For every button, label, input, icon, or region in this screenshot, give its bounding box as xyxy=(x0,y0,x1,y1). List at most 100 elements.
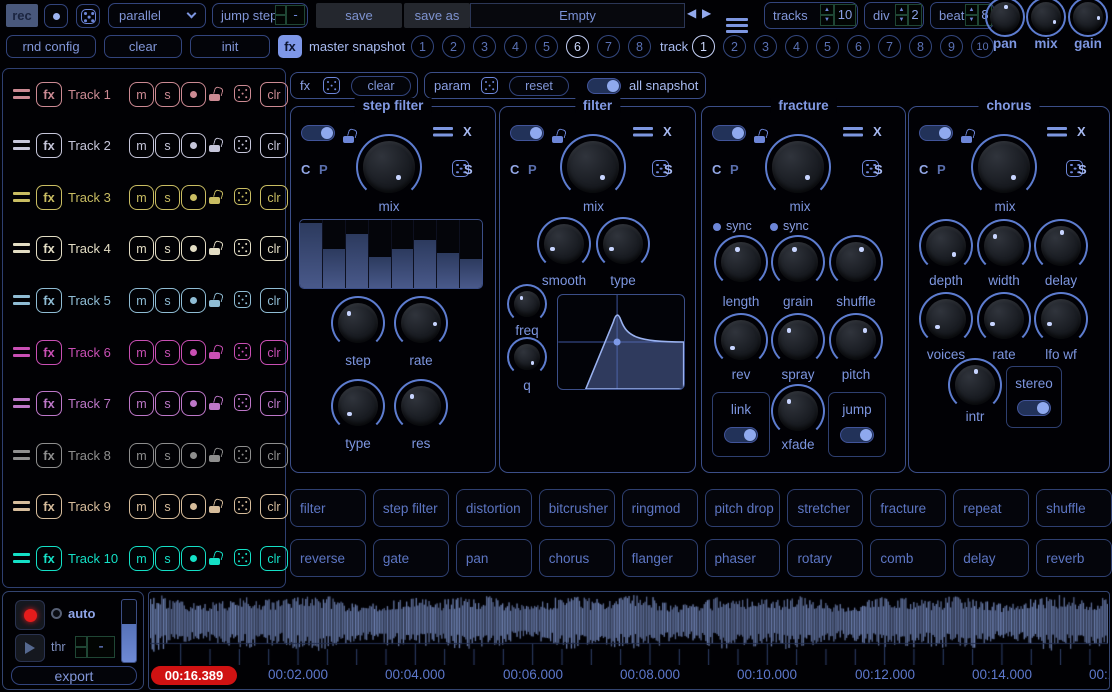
lock-icon[interactable] xyxy=(209,396,222,410)
master-snapshot-7[interactable]: 7 xyxy=(597,35,620,58)
effect-button-reverse[interactable]: reverse xyxy=(290,539,366,577)
master-snapshot-8[interactable]: 8 xyxy=(628,35,651,58)
lock-icon[interactable] xyxy=(209,190,222,204)
export-button[interactable]: export xyxy=(11,666,137,685)
rec-button[interactable]: rec xyxy=(6,4,38,27)
stereo-toggle[interactable] xyxy=(1017,400,1051,416)
delay-knob[interactable] xyxy=(1041,226,1081,266)
drag-handle-icon[interactable] xyxy=(13,192,30,195)
spray-knob[interactable] xyxy=(778,320,818,360)
record-button[interactable] xyxy=(181,133,206,158)
tracks-up[interactable]: ▲ xyxy=(820,4,834,15)
dice-icon[interactable] xyxy=(234,136,251,153)
track-fx-button[interactable]: fx xyxy=(36,133,62,158)
mute-button[interactable]: m xyxy=(129,288,154,313)
close-x[interactable]: X xyxy=(1077,124,1086,139)
track-snapshot-7[interactable]: 7 xyxy=(878,35,901,58)
master-gain-knob[interactable] xyxy=(1073,2,1103,32)
tracks-stepper[interactable]: tracks ▲ ▼ 10 xyxy=(764,2,858,29)
tracks-down[interactable]: ▼ xyxy=(820,15,834,26)
lfo-wf-knob[interactable] xyxy=(1041,299,1081,339)
effect-button-chorus[interactable]: chorus xyxy=(539,539,615,577)
record-button[interactable] xyxy=(181,340,206,365)
fx-dice-icon[interactable] xyxy=(323,77,340,94)
paste-button[interactable]: P xyxy=(319,162,328,177)
master-snapshot-3[interactable]: 3 xyxy=(473,35,496,58)
res-knob[interactable] xyxy=(401,386,441,426)
clear-track-button[interactable]: clr xyxy=(260,185,288,210)
jump-step-down[interactable] xyxy=(275,15,286,25)
copy-button[interactable]: C xyxy=(301,162,310,177)
enable-toggle[interactable] xyxy=(919,125,953,141)
lock-icon[interactable] xyxy=(209,551,222,565)
clear-track-button[interactable]: clr xyxy=(260,340,288,365)
master-snapshot-2[interactable]: 2 xyxy=(442,35,465,58)
effect-button-comb[interactable]: comb xyxy=(870,539,946,577)
clear-track-button[interactable]: clr xyxy=(260,288,288,313)
dice-icon[interactable] xyxy=(234,85,251,102)
shuffle-knob[interactable] xyxy=(836,242,876,282)
drag-handle-icon[interactable] xyxy=(13,553,30,556)
effect-button-fracture[interactable]: fracture xyxy=(870,489,946,527)
lock-icon[interactable] xyxy=(209,241,222,255)
enable-toggle[interactable] xyxy=(510,125,544,141)
pitch-knob[interactable] xyxy=(836,320,876,360)
type-knob[interactable] xyxy=(338,386,378,426)
div-down[interactable]: ▼ xyxy=(895,15,908,26)
record-button[interactable] xyxy=(181,443,206,468)
mute-button[interactable]: m xyxy=(129,236,154,261)
drag-handle-icon[interactable] xyxy=(13,243,30,246)
effect-button-bitcrusher[interactable]: bitcrusher xyxy=(539,489,615,527)
record-button[interactable] xyxy=(181,82,206,107)
master-snapshot-1[interactable]: 1 xyxy=(411,35,434,58)
copy-button[interactable]: C xyxy=(919,162,928,177)
clear-button[interactable]: clear xyxy=(104,35,182,58)
mode-dropdown[interactable]: parallel xyxy=(108,3,206,28)
preset-name-field[interactable]: Empty xyxy=(470,3,685,28)
drag-handle-icon[interactable] xyxy=(13,450,30,453)
rate-knob[interactable] xyxy=(984,299,1024,339)
record-button[interactable] xyxy=(181,185,206,210)
solo-button[interactable]: s xyxy=(155,546,180,571)
effect-button-repeat[interactable]: repeat xyxy=(953,489,1029,527)
clear-track-button[interactable]: clr xyxy=(260,391,288,416)
effect-button-gate[interactable]: gate xyxy=(373,539,449,577)
clear-track-button[interactable]: clr xyxy=(260,82,288,107)
effect-button-flanger[interactable]: flanger xyxy=(622,539,698,577)
save-button[interactable]: save xyxy=(316,3,402,28)
track-fx-button[interactable]: fx xyxy=(36,185,62,210)
master-mix-knob[interactable] xyxy=(1031,2,1061,32)
track-snapshot-6[interactable]: 6 xyxy=(847,35,870,58)
solo-button[interactable]: s xyxy=(155,391,180,416)
clear-track-button[interactable]: clr xyxy=(260,443,288,468)
mute-button[interactable]: m xyxy=(129,391,154,416)
record-dot-button[interactable] xyxy=(44,4,68,28)
link-toggle[interactable] xyxy=(724,427,758,443)
menu-bars-icon[interactable] xyxy=(1047,127,1067,130)
drag-handle-icon[interactable] xyxy=(13,89,30,92)
effect-button-distortion[interactable]: distortion xyxy=(456,489,532,527)
menu-bars-icon[interactable] xyxy=(843,127,863,130)
effect-button-shuffle[interactable]: shuffle xyxy=(1036,489,1112,527)
lock-icon[interactable] xyxy=(552,129,565,143)
drag-handle-icon[interactable] xyxy=(13,347,30,350)
dice-icon[interactable] xyxy=(234,188,251,205)
paste-button[interactable]: P xyxy=(528,162,537,177)
mix-knob[interactable] xyxy=(363,141,415,193)
filter-curve-display[interactable] xyxy=(557,294,685,390)
solo-button[interactable]: s xyxy=(155,185,180,210)
effect-button-filter[interactable]: filter xyxy=(290,489,366,527)
preset-prev-button[interactable]: ◀ xyxy=(687,6,696,20)
snapshot-s[interactable]: S xyxy=(464,162,473,177)
solo-button[interactable]: s xyxy=(155,133,180,158)
track-fx-button[interactable]: fx xyxy=(36,391,62,416)
dice-icon[interactable] xyxy=(234,239,251,256)
mute-button[interactable]: m xyxy=(129,494,154,519)
type-knob[interactable] xyxy=(603,224,643,264)
preset-next-button[interactable]: ▶ xyxy=(702,6,711,20)
effect-button-stretcher[interactable]: stretcher xyxy=(787,489,863,527)
record-button[interactable] xyxy=(181,546,206,571)
effect-button-reverb[interactable]: reverb xyxy=(1036,539,1112,577)
effect-button-step-filter[interactable]: step filter xyxy=(373,489,449,527)
effect-button-phaser[interactable]: phaser xyxy=(705,539,781,577)
